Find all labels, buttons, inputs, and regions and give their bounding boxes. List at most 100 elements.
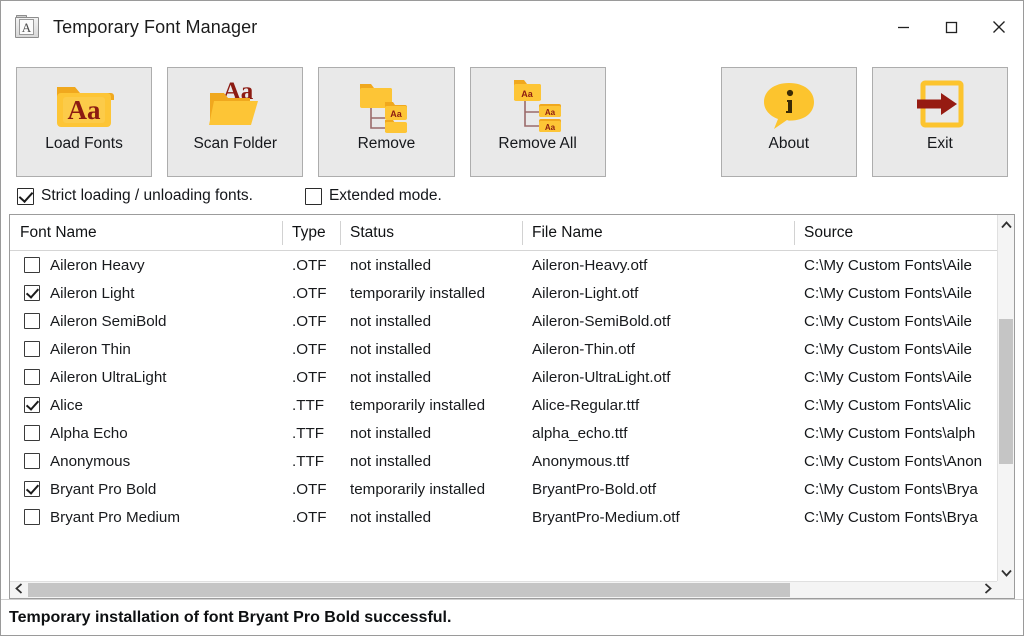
font-folder-icon: A bbox=[15, 15, 41, 39]
font-list: Font Name Type Status File Name Source A… bbox=[9, 214, 1015, 599]
cell-type: .OTF bbox=[282, 341, 340, 358]
window-controls bbox=[879, 1, 1023, 53]
load-fonts-label: Load Fonts bbox=[45, 136, 123, 152]
minimize-icon[interactable] bbox=[879, 1, 927, 53]
list-rows: Aileron Heavy.OTFnot installedAileron-He… bbox=[10, 251, 1014, 598]
about-label: About bbox=[769, 136, 810, 152]
row-checkbox[interactable] bbox=[24, 313, 40, 329]
column-header-status[interactable]: Status bbox=[340, 215, 522, 250]
column-header-file-name[interactable]: File Name bbox=[522, 215, 794, 250]
horizontal-scroll-track[interactable] bbox=[28, 582, 979, 598]
cell-status: not installed bbox=[340, 509, 522, 526]
row-checkbox[interactable] bbox=[24, 285, 40, 301]
exit-door-arrow-icon bbox=[873, 68, 1007, 136]
font-name-text: Aileron SemiBold bbox=[50, 313, 167, 330]
table-row[interactable]: Bryant Pro Bold.OTFtemporarily installed… bbox=[10, 475, 1014, 503]
load-fonts-button[interactable]: Aa Load Fonts bbox=[16, 67, 152, 177]
checkbox-unchecked-icon[interactable] bbox=[305, 188, 322, 205]
chevron-right-icon[interactable] bbox=[979, 583, 997, 597]
cell-file-name: Aileron-Light.otf bbox=[522, 285, 794, 302]
cell-source: C:\My Custom Fonts\Brya bbox=[794, 481, 1004, 498]
info-bubble-icon bbox=[722, 68, 856, 136]
font-name-text: Alpha Echo bbox=[50, 425, 128, 442]
table-row[interactable]: Alice.TTFtemporarily installedAlice-Regu… bbox=[10, 391, 1014, 419]
font-name-text: Aileron Light bbox=[50, 285, 134, 302]
row-checkbox[interactable] bbox=[24, 397, 40, 413]
horizontal-scroll-thumb[interactable] bbox=[28, 583, 790, 597]
cell-type: .OTF bbox=[282, 369, 340, 386]
row-checkbox[interactable] bbox=[24, 425, 40, 441]
about-button[interactable]: About bbox=[721, 67, 857, 177]
table-row[interactable]: Aileron Thin.OTFnot installedAileron-Thi… bbox=[10, 335, 1014, 363]
app-window: A Temporary Font Manager Aa bbox=[0, 0, 1024, 636]
table-row[interactable]: Aileron Heavy.OTFnot installedAileron-He… bbox=[10, 251, 1014, 279]
row-checkbox[interactable] bbox=[24, 453, 40, 469]
cell-type: .TTF bbox=[282, 453, 340, 470]
cell-font-name: Aileron Thin bbox=[10, 341, 282, 358]
cell-type: .OTF bbox=[282, 509, 340, 526]
font-name-text: Anonymous bbox=[50, 453, 130, 470]
cell-font-name: Anonymous bbox=[10, 453, 282, 470]
font-name-text: Bryant Pro Bold bbox=[50, 481, 156, 498]
cell-status: temporarily installed bbox=[340, 397, 522, 414]
table-row[interactable]: Aileron SemiBold.OTFnot installedAileron… bbox=[10, 307, 1014, 335]
chevron-down-icon[interactable] bbox=[998, 563, 1014, 582]
extended-mode-checkbox[interactable]: Extended mode. bbox=[305, 187, 442, 205]
cell-file-name: Alice-Regular.ttf bbox=[522, 397, 794, 414]
chevron-left-icon[interactable] bbox=[10, 583, 28, 597]
cell-font-name: Aileron Light bbox=[10, 285, 282, 302]
font-name-text: Aileron Heavy bbox=[50, 257, 145, 274]
cell-file-name: Aileron-Thin.otf bbox=[522, 341, 794, 358]
cell-file-name: Aileron-Heavy.otf bbox=[522, 257, 794, 274]
checkbox-checked-icon[interactable] bbox=[17, 188, 34, 205]
row-checkbox[interactable] bbox=[24, 481, 40, 497]
scan-folder-button[interactable]: Aa Scan Folder bbox=[167, 67, 303, 177]
cell-font-name: Aileron SemiBold bbox=[10, 313, 282, 330]
column-header-type[interactable]: Type bbox=[282, 215, 340, 250]
folder-tree-remove-all-icon: Aa Aa Aa bbox=[471, 68, 605, 136]
strict-loading-checkbox[interactable]: Strict loading / unloading fonts. bbox=[17, 187, 253, 205]
table-row[interactable]: Aileron UltraLight.OTFnot installedAiler… bbox=[10, 363, 1014, 391]
table-row[interactable]: Anonymous.TTFnot installedAnonymous.ttfC… bbox=[10, 447, 1014, 475]
cell-type: .OTF bbox=[282, 313, 340, 330]
horizontal-scrollbar[interactable] bbox=[10, 581, 997, 598]
cell-font-name: Bryant Pro Medium bbox=[10, 509, 282, 526]
table-row[interactable]: Bryant Pro Medium.OTFnot installedBryant… bbox=[10, 503, 1014, 531]
table-row[interactable]: Alpha Echo.TTFnot installedalpha_echo.tt… bbox=[10, 419, 1014, 447]
vertical-scrollbar[interactable] bbox=[997, 215, 1014, 582]
row-checkbox[interactable] bbox=[24, 341, 40, 357]
cell-source: C:\My Custom Fonts\Aile bbox=[794, 341, 1004, 358]
cell-type: .OTF bbox=[282, 257, 340, 274]
cell-source: C:\My Custom Fonts\Brya bbox=[794, 509, 1004, 526]
cell-font-name: Bryant Pro Bold bbox=[10, 481, 282, 498]
folder-aa-open-icon: Aa bbox=[168, 68, 302, 136]
extended-mode-label: Extended mode. bbox=[329, 187, 442, 205]
maximize-icon[interactable] bbox=[927, 1, 975, 53]
row-checkbox[interactable] bbox=[24, 369, 40, 385]
options-row: Strict loading / unloading fonts. Extend… bbox=[1, 178, 1023, 214]
remove-button[interactable]: Aa Remove bbox=[318, 67, 454, 177]
remove-all-button[interactable]: Aa Aa Aa Remove All bbox=[470, 67, 606, 177]
cell-source: C:\My Custom Fonts\Alic bbox=[794, 397, 1004, 414]
cell-source: C:\My Custom Fonts\Anon bbox=[794, 453, 1004, 470]
cell-font-name: Alice bbox=[10, 397, 282, 414]
close-icon[interactable] bbox=[975, 1, 1023, 53]
row-checkbox[interactable] bbox=[24, 257, 40, 273]
row-checkbox[interactable] bbox=[24, 509, 40, 525]
cell-status: temporarily installed bbox=[340, 285, 522, 302]
vertical-scroll-track[interactable] bbox=[998, 234, 1014, 563]
vertical-scroll-thumb[interactable] bbox=[999, 319, 1013, 464]
column-header-source[interactable]: Source bbox=[794, 215, 1004, 250]
svg-text:Aa: Aa bbox=[391, 109, 403, 119]
folder-aa-closed-icon: Aa bbox=[17, 68, 151, 136]
table-row[interactable]: Aileron Light.OTFtemporarily installedAi… bbox=[10, 279, 1014, 307]
cell-source: C:\My Custom Fonts\Aile bbox=[794, 257, 1004, 274]
exit-button[interactable]: Exit bbox=[872, 67, 1008, 177]
chevron-up-icon[interactable] bbox=[998, 215, 1014, 234]
cell-status: not installed bbox=[340, 453, 522, 470]
window-title: Temporary Font Manager bbox=[53, 17, 257, 38]
svg-text:Aa: Aa bbox=[544, 123, 555, 132]
cell-file-name: alpha_echo.ttf bbox=[522, 425, 794, 442]
column-header-font-name[interactable]: Font Name bbox=[10, 215, 282, 250]
cell-file-name: Aileron-UltraLight.otf bbox=[522, 369, 794, 386]
